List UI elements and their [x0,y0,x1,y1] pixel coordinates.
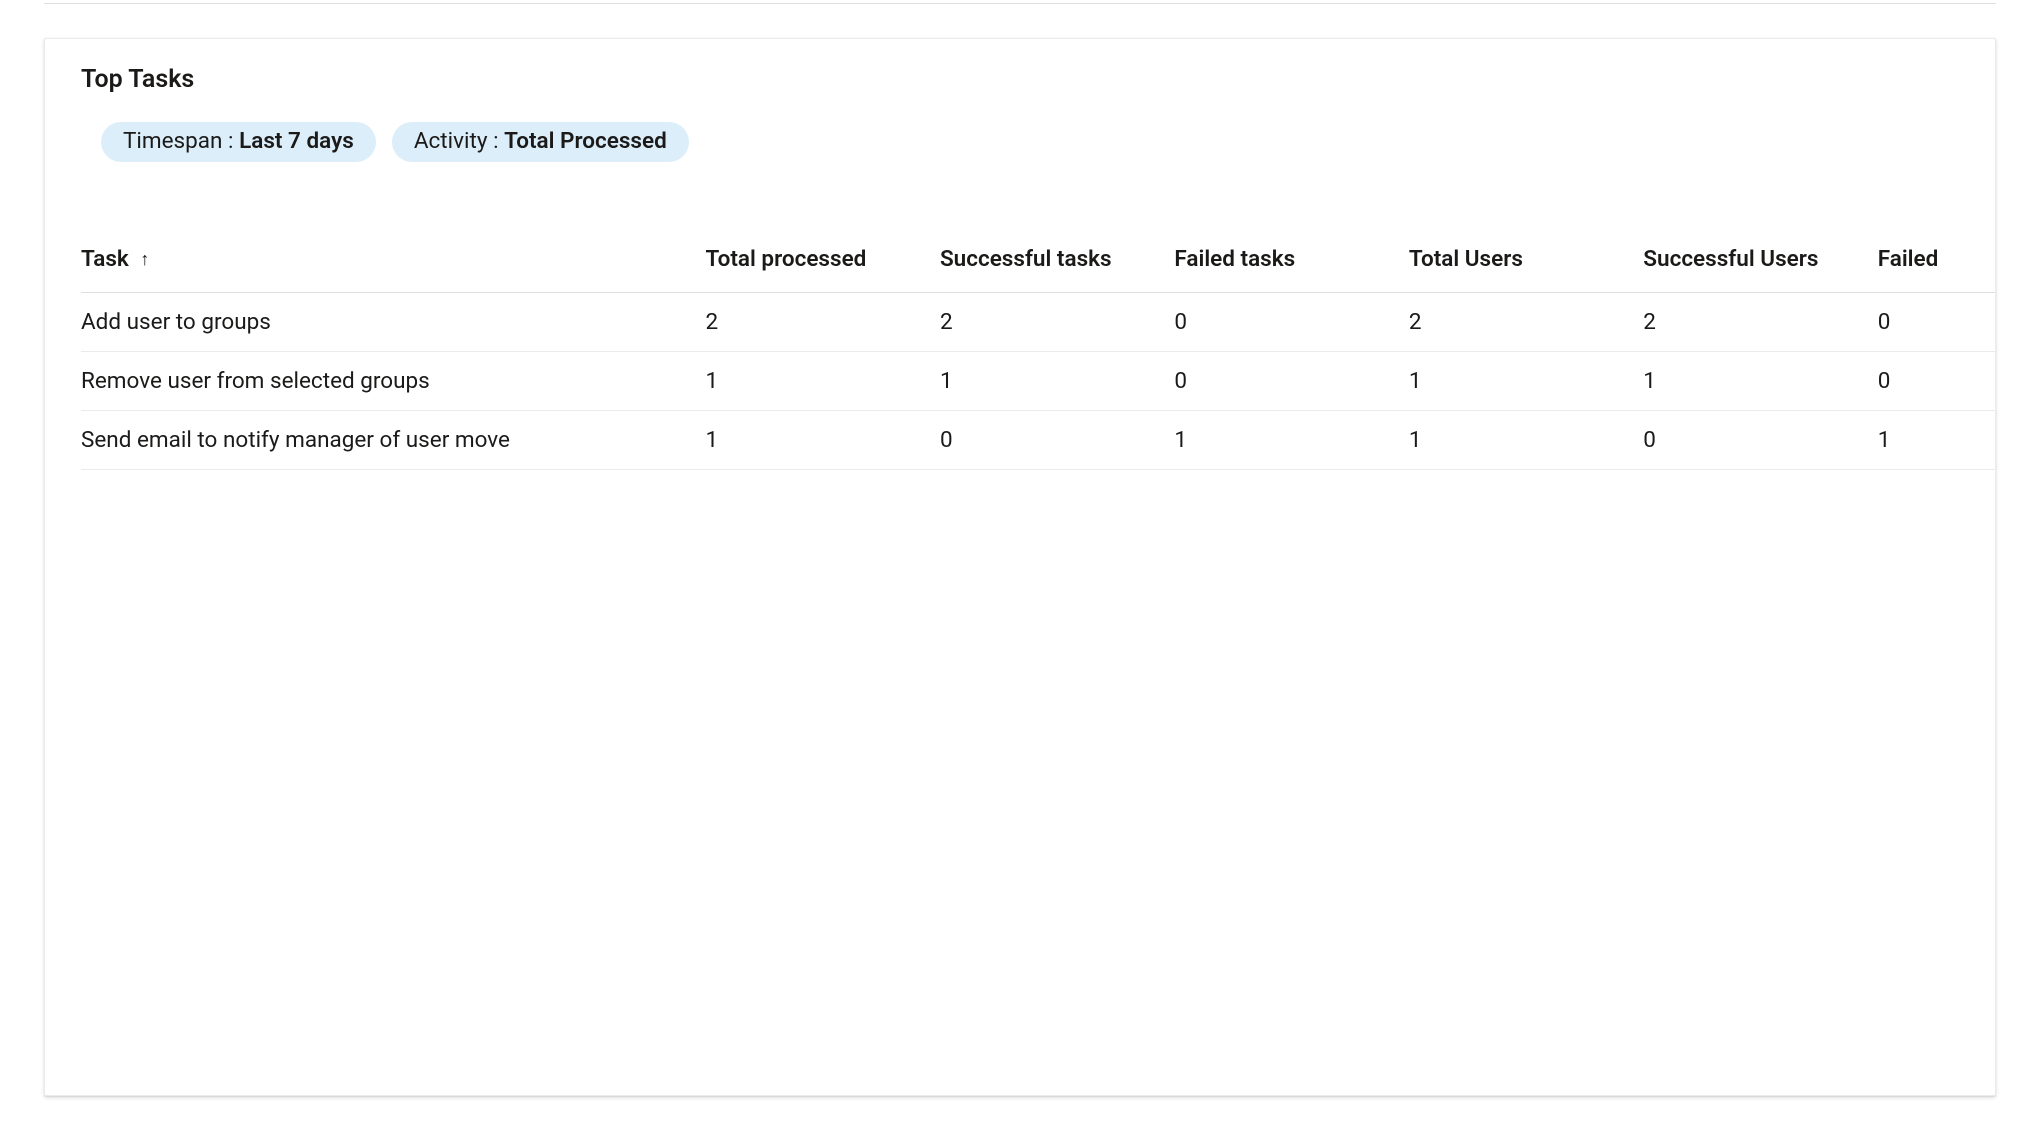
column-header-failed[interactable]: Failed [1878,226,1995,293]
column-header-successful-tasks[interactable]: Successful tasks [940,226,1174,293]
cell-total-users: 1 [1409,352,1643,411]
cell-total-processed: 1 [705,411,939,470]
timespan-filter-value: Last 7 days [239,128,354,154]
cell-task: Send email to notify manager of user mov… [81,411,705,470]
column-header-total-processed[interactable]: Total processed [705,226,939,293]
top-tasks-table: Task ↑ Total processed Successful tasks … [81,226,1995,470]
cell-total-processed: 2 [705,293,939,352]
timespan-filter-label: Timespan : [123,128,239,154]
cell-successful-tasks: 0 [940,411,1174,470]
activity-filter-label: Activity : [414,128,504,154]
cell-total-processed: 1 [705,352,939,411]
column-header-task[interactable]: Task ↑ [81,226,705,293]
top-divider [44,0,1996,4]
cell-failed-tasks: 0 [1174,293,1408,352]
cell-failed: 1 [1878,411,1995,470]
sort-ascending-icon: ↑ [140,249,149,270]
table-wrapper: Task ↑ Total processed Successful tasks … [45,226,1995,470]
cell-failed-tasks: 1 [1174,411,1408,470]
activity-filter-value: Total Processed [504,128,667,154]
column-header-total-users[interactable]: Total Users [1409,226,1643,293]
top-tasks-card: Top Tasks Timespan : Last 7 days Activit… [44,38,1996,1096]
card-title: Top Tasks [45,65,1995,94]
cell-task: Remove user from selected groups [81,352,705,411]
table-row[interactable]: Remove user from selected groups 1 1 0 1… [81,352,1995,411]
column-header-failed-tasks[interactable]: Failed tasks [1174,226,1408,293]
column-header-task-label: Task [81,246,129,272]
cell-successful-users: 2 [1643,293,1877,352]
cell-failed: 0 [1878,352,1995,411]
table-header-row: Task ↑ Total processed Successful tasks … [81,226,1995,293]
cell-task: Add user to groups [81,293,705,352]
cell-failed-tasks: 0 [1174,352,1408,411]
cell-total-users: 2 [1409,293,1643,352]
column-header-successful-users[interactable]: Successful Users [1643,226,1877,293]
cell-total-users: 1 [1409,411,1643,470]
filter-pills: Timespan : Last 7 days Activity : Total … [45,122,1995,162]
timespan-filter-pill[interactable]: Timespan : Last 7 days [101,122,376,162]
cell-successful-tasks: 1 [940,352,1174,411]
table-row[interactable]: Add user to groups 2 2 0 2 2 0 [81,293,1995,352]
cell-failed: 0 [1878,293,1995,352]
activity-filter-pill[interactable]: Activity : Total Processed [392,122,689,162]
table-row[interactable]: Send email to notify manager of user mov… [81,411,1995,470]
cell-successful-tasks: 2 [940,293,1174,352]
cell-successful-users: 1 [1643,352,1877,411]
cell-successful-users: 0 [1643,411,1877,470]
